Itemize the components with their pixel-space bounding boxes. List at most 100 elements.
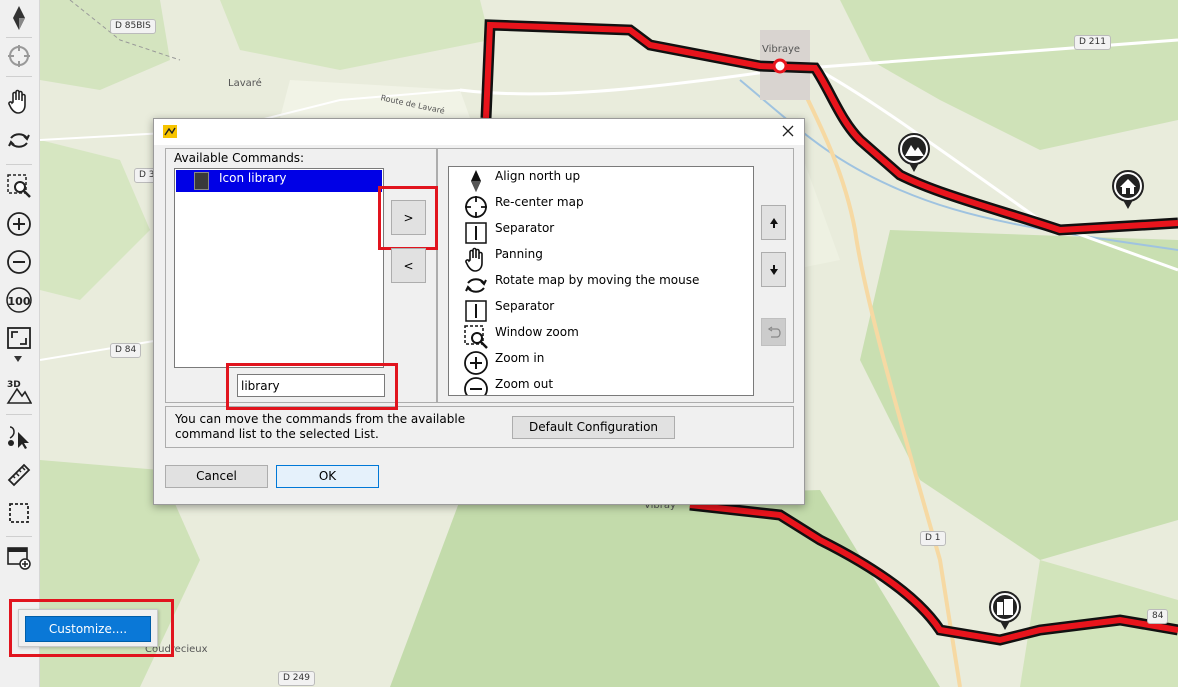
dialog-titlebar[interactable] [154, 119, 804, 145]
crosshair-icon [8, 45, 30, 67]
window-zoom-icon [7, 174, 31, 198]
add-command-button[interactable]: > [391, 200, 426, 235]
list-item-label: Re-center map [495, 195, 584, 209]
available-commands-label: Available Commands: [174, 151, 305, 165]
list-item-label: Separator [495, 299, 555, 313]
list-item[interactable]: Zoom out [463, 376, 554, 395]
road-sign: D 249 [278, 671, 315, 686]
ruler-icon [7, 463, 31, 487]
separator-icon [465, 300, 487, 322]
zoom-in-icon [464, 351, 488, 375]
arrow-down-icon [769, 264, 778, 275]
list-item[interactable]: Re-center map [463, 194, 584, 220]
close-icon [782, 125, 794, 137]
select-tool[interactable] [4, 422, 34, 452]
customize-menu: Customize.... [18, 609, 158, 647]
align-north-tool[interactable] [4, 3, 34, 33]
filter-input[interactable] [237, 374, 385, 397]
list-item-label: Icon library [219, 171, 287, 185]
reset-button[interactable] [761, 318, 786, 346]
map-place-label: Lavaré [228, 78, 262, 89]
list-item-label: Window zoom [495, 325, 579, 339]
zoom-in-icon [7, 212, 31, 236]
zoom-out-tool[interactable] [4, 247, 34, 277]
rotate-tool[interactable] [4, 125, 34, 155]
road-sign: D 85BIS [110, 19, 156, 34]
list-item-label: Separator [495, 221, 555, 235]
zoom-out-icon [464, 377, 488, 395]
icon-library-icon [194, 172, 209, 190]
toolbar-separator [6, 414, 32, 415]
window-zoom-icon [464, 325, 488, 349]
fit-window-tool[interactable] [4, 323, 34, 353]
list-item-label: Rotate map by moving the mouse [495, 273, 700, 287]
list-item-label: Zoom out [495, 377, 554, 391]
add-window-tool[interactable] [4, 543, 34, 573]
fit-window-icon [7, 327, 31, 349]
select-pointer-icon [8, 426, 29, 449]
crosshair-icon [465, 196, 487, 218]
toolbar-separator [6, 37, 32, 38]
zoom-100-text: 100 [8, 295, 31, 308]
remove-command-button[interactable]: < [391, 248, 426, 283]
dashed-rect-icon [9, 503, 29, 523]
zoom-in-tool[interactable] [4, 209, 34, 239]
toolbar-separator [6, 536, 32, 537]
rectangle-select-tool[interactable] [4, 498, 34, 528]
measure-tool[interactable] [4, 460, 34, 490]
3d-text: 3D [7, 380, 21, 390]
list-item[interactable]: Separator [463, 298, 554, 324]
app-logo-icon [163, 125, 177, 138]
list-item[interactable]: Rotate map by moving the mouse [463, 272, 699, 298]
list-item[interactable]: Panning [463, 246, 543, 272]
available-commands-list[interactable]: Icon library [174, 168, 384, 368]
3d-view-tool[interactable]: 3D [4, 376, 34, 406]
customize-toolbar-dialog: Available Commands: Icon library > < Ali… [153, 118, 805, 505]
list-item[interactable]: Align north up [463, 168, 580, 194]
default-configuration-button[interactable]: Default Configuration [512, 416, 675, 439]
road-sign: D 1 [920, 531, 946, 546]
ok-button[interactable]: OK [276, 465, 379, 488]
zoom-100-tool[interactable]: 100 [4, 285, 34, 315]
list-item[interactable]: Zoom in [463, 350, 544, 376]
separator-icon [465, 222, 487, 244]
selected-commands-list[interactable]: Align north up Re-center map Separator P… [448, 166, 754, 396]
add-window-icon [7, 547, 31, 570]
cancel-button[interactable]: Cancel [165, 465, 268, 488]
close-button[interactable] [780, 123, 796, 139]
list-item-label: Align north up [495, 169, 581, 183]
zoom-100-icon: 100 [6, 287, 32, 313]
hand-icon [465, 247, 483, 272]
mountain-poi-icon[interactable] [898, 133, 930, 173]
recenter-tool[interactable] [4, 41, 34, 71]
dropdown-arrow-icon[interactable] [14, 356, 22, 362]
rotate-arrows-icon [8, 133, 30, 148]
map-place-label: Vibraye [762, 44, 801, 55]
list-item[interactable]: Separator [463, 220, 554, 246]
3d-mountain-icon: 3D [6, 380, 32, 404]
list-item-label: Zoom in [495, 351, 545, 365]
window-zoom-tool[interactable] [4, 171, 34, 201]
list-item[interactable]: Icon library [176, 170, 382, 192]
hint-text: You can move the commands from the avail… [175, 412, 466, 441]
list-item-label: Panning [495, 247, 543, 261]
panning-tool[interactable] [4, 86, 34, 116]
arrow-up-icon [769, 217, 778, 228]
north-arrow-icon [471, 170, 481, 192]
left-toolbar: 100 3D [0, 0, 40, 687]
toolbar-separator [6, 164, 32, 165]
undo-icon [767, 326, 781, 338]
move-down-button[interactable] [761, 252, 786, 287]
home-poi-icon[interactable] [1112, 170, 1144, 210]
road-sign: D 84 [110, 343, 142, 358]
hand-icon [8, 89, 26, 114]
toolbar-separator [6, 76, 32, 77]
zoom-out-icon [7, 250, 31, 274]
list-item[interactable]: Window zoom [463, 324, 579, 350]
move-up-button[interactable] [761, 205, 786, 240]
road-sign: D 211 [1074, 35, 1111, 50]
rotate-arrows-icon [465, 278, 487, 293]
compass-needle-icon [13, 6, 25, 30]
building-poi-icon[interactable] [989, 591, 1021, 631]
customize-button[interactable]: Customize.... [25, 616, 151, 642]
